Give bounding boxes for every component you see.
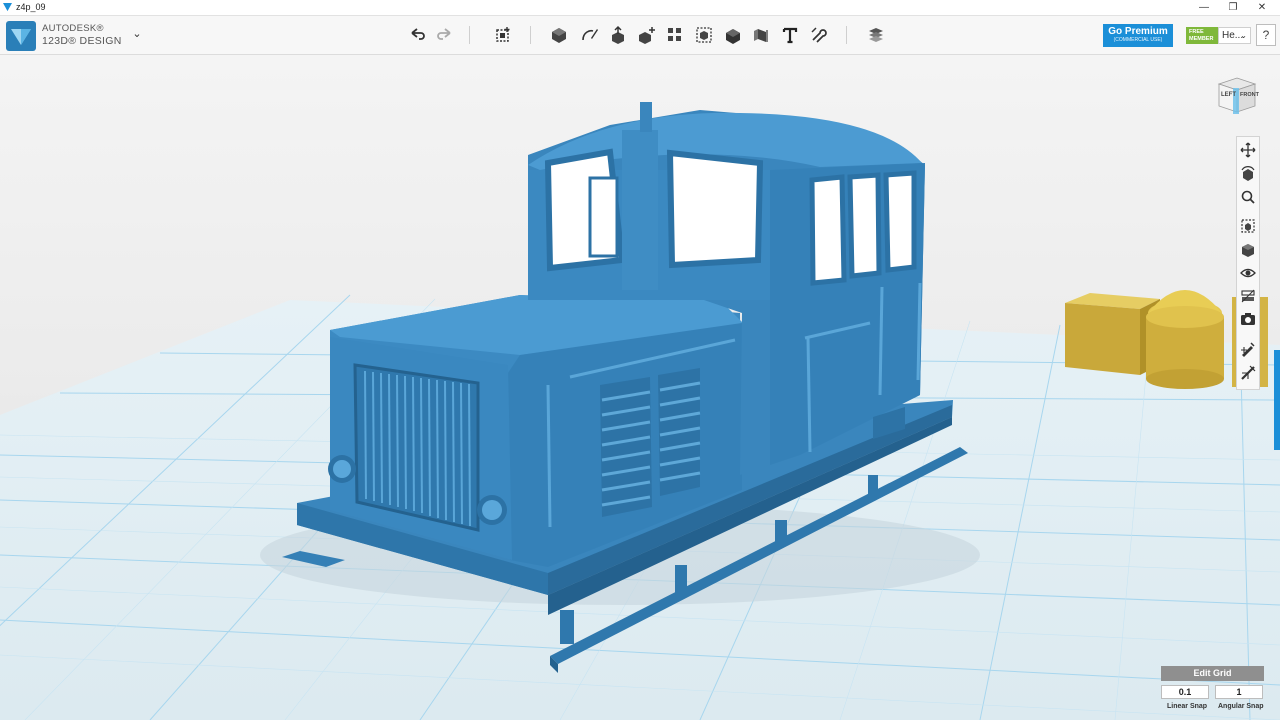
toolbar-divider (469, 26, 470, 44)
app-logo-icon[interactable] (6, 21, 36, 51)
help-button[interactable]: ? (1256, 24, 1276, 46)
view-cube[interactable]: LEFT FRONT (1213, 72, 1261, 118)
construct-icon[interactable] (607, 24, 629, 46)
viewcube-front-label: FRONT (1240, 92, 1259, 98)
panel-collapse-tab[interactable] (1274, 350, 1280, 450)
screenshot-icon[interactable] (1239, 310, 1257, 328)
app-icon (3, 3, 12, 12)
zoom-icon[interactable] (1239, 188, 1257, 206)
orbit-icon[interactable] (1239, 165, 1257, 183)
ruler-icon[interactable] (1239, 364, 1257, 382)
pan-icon[interactable] (1239, 141, 1257, 159)
angular-snap-label: Angular Snap (1218, 703, 1264, 710)
measure-icon[interactable] (750, 24, 772, 46)
3d-viewport[interactable] (0, 55, 1280, 720)
primitives-icon[interactable] (548, 24, 570, 46)
brand-autodesk: AUTODESK® (42, 23, 104, 34)
go-premium-label: Go Premium (1108, 26, 1168, 37)
modify-icon[interactable] (636, 24, 658, 46)
linear-snap-field[interactable]: 0.1 (1161, 685, 1209, 699)
grouping-icon[interactable] (693, 24, 715, 46)
material-icon[interactable] (865, 24, 887, 46)
chevron-down-icon: ⌄ (1240, 31, 1247, 40)
text-icon[interactable] (779, 24, 801, 46)
linear-snap-label: Linear Snap (1167, 703, 1208, 710)
go-premium-button[interactable]: Go Premium (COMMERCIAL USE) (1103, 24, 1173, 47)
redo-icon[interactable] (434, 24, 456, 46)
scene-canvas[interactable] (0, 55, 1280, 720)
edit-grid-icon[interactable] (1239, 340, 1257, 358)
visibility-icon[interactable] (1239, 264, 1257, 282)
transform-icon[interactable] (492, 24, 514, 46)
sketch-icon[interactable] (578, 24, 600, 46)
user-menu-button[interactable]: He... ⌄ (1218, 27, 1251, 44)
go-premium-sublabel: (COMMERCIAL USE) (1113, 37, 1163, 43)
view-mode-icon[interactable] (1239, 241, 1257, 259)
title-bar: z4p_09 — ❐ ✕ (0, 0, 1280, 16)
main-menu-chevron-icon[interactable]: ⌄ (128, 25, 146, 43)
edit-grid-button[interactable]: Edit Grid (1161, 666, 1264, 681)
undo-icon[interactable] (406, 24, 428, 46)
free-badge-line2: MEMBER (1189, 36, 1214, 42)
restore-button[interactable]: ❐ (1219, 0, 1247, 16)
viewcube-left-label: LEFT (1221, 92, 1236, 98)
free-badge-line1: FREE (1189, 29, 1204, 35)
window-title: z4p_09 (16, 2, 46, 12)
angular-snap-field[interactable]: 1 (1215, 685, 1263, 699)
main-toolbar: AUTODESK® 123D® DESIGN ⌄ Go Premium (COM… (0, 16, 1280, 55)
material-view-icon[interactable] (1239, 287, 1257, 305)
minimize-button[interactable]: — (1190, 0, 1218, 16)
brand-product: 123D® DESIGN (42, 35, 122, 47)
navigation-bar (1236, 136, 1260, 390)
free-member-badge: FREE MEMBER (1186, 27, 1218, 44)
pattern-icon[interactable] (664, 24, 686, 46)
snap-icon[interactable] (807, 24, 829, 46)
combine-icon[interactable] (722, 24, 744, 46)
toolbar-divider (530, 26, 531, 44)
toolbar-divider (846, 26, 847, 44)
close-button[interactable]: ✕ (1248, 0, 1276, 16)
fit-icon[interactable] (1239, 217, 1257, 235)
